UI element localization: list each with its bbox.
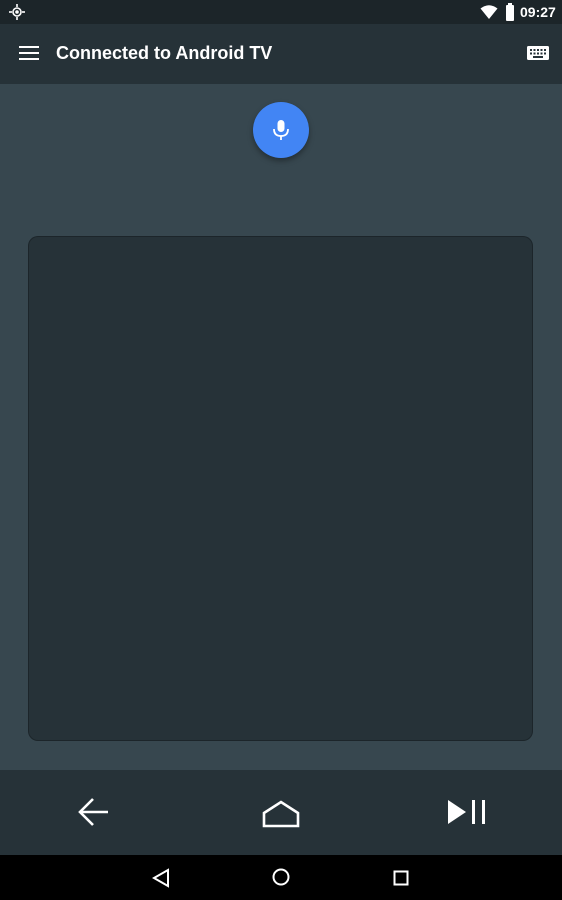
touchpad[interactable] <box>28 236 533 741</box>
nav-home-icon[interactable] <box>271 867 291 892</box>
wifi-icon <box>480 4 498 25</box>
nav-recents-icon[interactable] <box>393 870 409 891</box>
battery-icon <box>505 3 515 26</box>
page-title: Connected to Android TV <box>56 43 273 63</box>
play-pause-icon[interactable] <box>446 798 490 831</box>
gps-icon <box>8 3 26 26</box>
app-bar: Connected to Android TV <box>0 24 562 84</box>
nav-back-icon[interactable] <box>151 868 170 893</box>
home-icon[interactable] <box>262 800 300 833</box>
system-nav-bar <box>0 855 562 900</box>
mic-button[interactable] <box>253 102 309 158</box>
remote-content <box>0 84 562 770</box>
menu-icon[interactable] <box>19 45 39 66</box>
remote-controls <box>0 770 562 855</box>
keyboard-icon[interactable] <box>527 44 549 67</box>
status-time: 09:27 <box>520 4 556 20</box>
status-bar: 09:27 <box>0 0 562 24</box>
back-arrow-icon[interactable] <box>77 796 111 833</box>
